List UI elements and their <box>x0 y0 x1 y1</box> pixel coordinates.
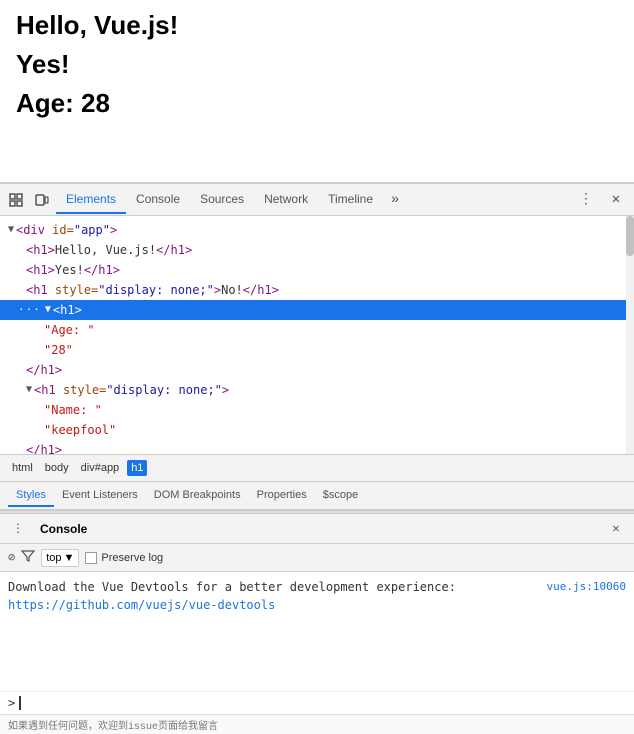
dom-content: <h1>Yes!</h1> <box>26 261 120 279</box>
dom-content: <h1>Hello, Vue.js!</h1> <box>26 241 192 259</box>
breadcrumb-h1[interactable]: h1 <box>127 460 147 476</box>
toggle-icon[interactable]: ▼ <box>8 221 14 239</box>
styles-tabs: Styles Event Listeners DOM Breakpoints P… <box>0 482 634 510</box>
filter-dropdown[interactable]: top ▼ <box>41 549 79 567</box>
toggle-icon[interactable]: ▼ <box>45 301 51 319</box>
style-tab-properties[interactable]: Properties <box>249 485 315 507</box>
console-panel: ⋮ Console ✕ ⊘ top ▼ Preserve log <box>0 514 634 714</box>
device-toggle-icon[interactable] <box>30 188 54 212</box>
preserve-log-area: Preserve log <box>85 552 163 564</box>
age-heading: Age: 28 <box>16 88 618 119</box>
yes-heading: Yes! <box>16 49 618 80</box>
close-console-icon[interactable]: ✕ <box>606 519 626 539</box>
tab-elements[interactable]: Elements <box>56 186 126 214</box>
style-tab-dom-breakpoints[interactable]: DOM Breakpoints <box>146 485 249 507</box>
dom-line-h1-close[interactable]: </h1> <box>0 360 634 380</box>
console-toolbar: ⋮ Console ✕ <box>0 514 634 544</box>
devtools-toolbar: Elements Console Sources Network Timelin… <box>0 184 634 216</box>
console-input-line[interactable]: > <box>0 691 634 714</box>
bottom-bar-text: 如果遇到任何问题，欢迎到issue页面给我留言 <box>8 717 218 733</box>
toolbar-right: ⋮ ✕ <box>574 188 630 212</box>
console-message-text: Download the Vue Devtools for a better d… <box>8 578 539 614</box>
dom-line-28-text[interactable]: "28" <box>0 340 634 360</box>
dom-line-h1-name-close[interactable]: </h1> <box>0 440 634 454</box>
console-output: Download the Vue Devtools for a better d… <box>0 572 634 691</box>
input-cursor <box>19 696 21 710</box>
dom-content: "keepfool" <box>44 421 116 439</box>
style-tab-styles[interactable]: Styles <box>8 485 54 507</box>
console-options-icon[interactable]: ⋮ <box>8 519 28 539</box>
dom-line-h1-yes[interactable]: <h1>Yes!</h1> <box>0 260 634 280</box>
dom-content: "Name: " <box>44 401 102 419</box>
elements-panel: ▼ <div id="app"> <h1>Hello, Vue.js!</h1>… <box>0 216 634 510</box>
dom-tree-scroll-thumb[interactable] <box>626 216 634 256</box>
dom-content: </h1> <box>26 361 62 379</box>
breadcrumb: html body div#app h1 <box>0 454 634 482</box>
filter-dropdown-arrow: ▼ <box>64 552 75 564</box>
tab-sources[interactable]: Sources <box>190 186 254 214</box>
dom-line-h1-name-open[interactable]: ▼ <h1 style="display: none;"> <box>0 380 634 400</box>
hello-heading: Hello, Vue.js! <box>16 10 618 41</box>
style-tab-event-listeners[interactable]: Event Listeners <box>54 485 146 507</box>
dom-line-h1-no[interactable]: <h1 style="display: none;">No!</h1> <box>0 280 634 300</box>
dom-content: <h1 style="display: none;">No!</h1> <box>26 281 279 299</box>
dom-line-keepfool-text[interactable]: "keepfool" <box>0 420 634 440</box>
toggle-icon[interactable]: ▼ <box>26 381 32 399</box>
console-filter-bar: ⊘ top ▼ Preserve log <box>0 544 634 572</box>
input-prompt-icon: > <box>8 696 15 710</box>
breadcrumb-html[interactable]: html <box>8 460 37 476</box>
tab-network[interactable]: Network <box>254 186 318 214</box>
dom-content: </h1> <box>26 441 62 454</box>
style-tab-scope[interactable]: $scope <box>315 485 366 507</box>
dom-line-h1-hello[interactable]: <h1>Hello, Vue.js!</h1> <box>0 240 634 260</box>
bottom-bar: 如果遇到任何问题，欢迎到issue页面给我留言 <box>0 714 634 734</box>
console-message: Download the Vue Devtools for a better d… <box>8 576 626 616</box>
page-content: Hello, Vue.js! Yes! Age: 28 <box>0 0 634 183</box>
breadcrumb-div-app[interactable]: div#app <box>77 460 124 476</box>
close-devtools-icon[interactable]: ✕ <box>604 188 628 212</box>
devtools-panel: Elements Console Sources Network Timelin… <box>0 183 634 734</box>
filter-dropdown-label: top <box>46 552 61 564</box>
tabs-overflow-icon[interactable]: » <box>383 188 407 212</box>
dom-tree[interactable]: ▼ <div id="app"> <h1>Hello, Vue.js!</h1>… <box>0 216 634 454</box>
filter-funnel-icon[interactable] <box>21 549 35 567</box>
tab-timeline[interactable]: Timeline <box>318 186 383 214</box>
dom-content: "Age: " <box>44 321 95 339</box>
console-link[interactable]: https://github.com/vuejs/vue-devtools <box>8 598 275 612</box>
breadcrumb-body[interactable]: body <box>41 460 73 476</box>
devtools-tabs: Elements Console Sources Network Timelin… <box>56 186 574 214</box>
no-entry-icon[interactable]: ⊘ <box>8 550 15 565</box>
preserve-log-checkbox[interactable] <box>85 552 97 564</box>
dom-tree-scrollbar[interactable] <box>626 216 634 454</box>
console-source[interactable]: vue.js:10060 <box>547 578 626 596</box>
dom-line-name-text[interactable]: "Name: " <box>0 400 634 420</box>
console-title: Console <box>32 522 95 536</box>
inspect-icon[interactable] <box>4 188 28 212</box>
dom-content: <h1 style="display: none;"> <box>34 381 229 399</box>
tab-console[interactable]: Console <box>126 186 190 214</box>
more-options-icon[interactable]: ⋮ <box>574 188 598 212</box>
dom-line-age-text[interactable]: "Age: " <box>0 320 634 340</box>
dom-content: <div id="app"> <box>16 221 117 239</box>
dom-content: "28" <box>44 341 73 359</box>
dom-line-div-app[interactable]: ▼ <div id="app"> <box>0 220 634 240</box>
dom-line-h1-age-open[interactable]: ··· ▼ <h1> <box>0 300 634 320</box>
preserve-log-label: Preserve log <box>101 552 163 564</box>
dom-content: <h1> <box>53 301 82 319</box>
